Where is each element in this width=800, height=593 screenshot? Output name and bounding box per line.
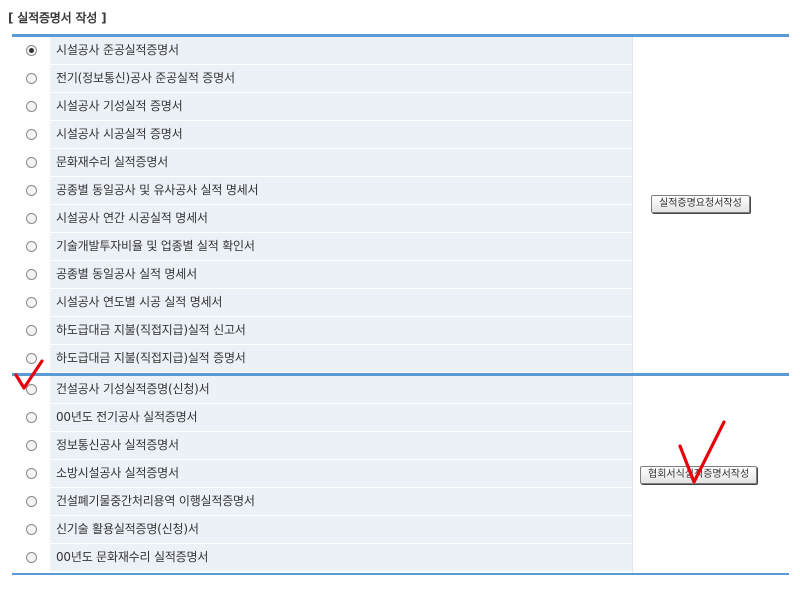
radio-cell <box>12 233 50 260</box>
list-item[interactable]: 문화재수리 실적증명서 <box>12 149 632 177</box>
radio-cell <box>12 261 50 288</box>
radio-button[interactable] <box>26 213 37 224</box>
option-label: 시설공사 준공실적증명서 <box>50 37 632 64</box>
radio-cell <box>12 488 50 515</box>
list-item[interactable]: 신기술 활용실적증명(신청)서 <box>12 516 632 544</box>
option-label: 시설공사 연간 시공실적 명세서 <box>50 205 632 232</box>
radio-cell <box>12 432 50 459</box>
radio-button[interactable] <box>26 241 37 252</box>
radio-button[interactable] <box>26 325 37 336</box>
option-label: 소방시설공사 실적증명서 <box>50 460 632 487</box>
radio-cell <box>12 289 50 316</box>
request-form-button[interactable]: 실적증명요청서작성 <box>651 195 750 213</box>
radio-cell <box>12 404 50 431</box>
option-label: 하도급대금 지불(직접지급)실적 신고서 <box>50 317 632 344</box>
radio-cell <box>12 177 50 204</box>
list-item[interactable]: 공종별 동일공사 실적 명세서 <box>12 261 632 289</box>
option-label: 신기술 활용실적증명(신청)서 <box>50 516 632 543</box>
radio-cell <box>12 317 50 344</box>
option-label: 시설공사 시공실적 증명서 <box>50 121 632 148</box>
radio-button[interactable] <box>26 73 37 84</box>
radio-button[interactable] <box>26 45 37 56</box>
list-item[interactable]: 시설공사 연간 시공실적 명세서 <box>12 205 632 233</box>
option-label: 시설공사 연도별 시공 실적 명세서 <box>50 289 632 316</box>
radio-cell <box>12 376 50 403</box>
radio-button[interactable] <box>26 384 37 395</box>
option-label: 건설폐기물중간처리용역 이행실적증명서 <box>50 488 632 515</box>
option-label: 문화재수리 실적증명서 <box>50 149 632 176</box>
option-label: 공종별 동일공사 및 유사공사 실적 명세서 <box>50 177 632 204</box>
radio-button[interactable] <box>26 496 37 507</box>
radio-cell <box>12 460 50 487</box>
section-association-certificates: 건설공사 기성실적증명(신청)서 00년도 전기공사 실적증명서 정보통신공사 실적… <box>12 373 790 575</box>
option-label: 정보통신공사 실적증명서 <box>50 432 632 459</box>
option-label: 하도급대금 지불(직접지급)실적 증명서 <box>50 345 632 372</box>
list-item[interactable]: 건설공사 기성실적증명(신청)서 <box>12 376 632 404</box>
button-area: 실적증명요청서작성 <box>632 37 790 376</box>
list-item[interactable]: 정보통신공사 실적증명서 <box>12 432 632 460</box>
list-item[interactable]: 시설공사 시공실적 증명서 <box>12 121 632 149</box>
list-item[interactable]: 00년도 전기공사 실적증명서 <box>12 404 632 432</box>
radio-cell <box>12 121 50 148</box>
option-list: 시설공사 준공실적증명서 전기(정보통신)공사 준공실적 증명서 시설공사 기성실적… <box>12 37 632 373</box>
radio-cell <box>12 205 50 232</box>
radio-button[interactable] <box>26 353 37 364</box>
radio-button[interactable] <box>26 297 37 308</box>
section-performance-certificates: 시설공사 준공실적증명서 전기(정보통신)공사 준공실적 증명서 시설공사 기성실적… <box>12 34 790 376</box>
radio-cell <box>12 149 50 176</box>
list-item[interactable]: 시설공사 연도별 시공 실적 명세서 <box>12 289 632 317</box>
option-label: 00년도 전기공사 실적증명서 <box>50 404 632 431</box>
list-item[interactable]: 시설공사 기성실적 증명서 <box>12 93 632 121</box>
page-title: [ 실적증명서 작성 ] <box>8 11 107 25</box>
radio-cell <box>12 93 50 120</box>
option-list: 건설공사 기성실적증명(신청)서 00년도 전기공사 실적증명서 정보통신공사 실적… <box>12 376 632 572</box>
radio-button[interactable] <box>26 101 37 112</box>
radio-cell <box>12 544 50 571</box>
button-area: 협회서식실적증명서작성 <box>632 376 790 573</box>
option-label: 건설공사 기성실적증명(신청)서 <box>50 376 632 403</box>
list-item[interactable]: 시설공사 준공실적증명서 <box>12 37 632 65</box>
radio-button[interactable] <box>26 269 37 280</box>
association-form-button[interactable]: 협회서식실적증명서작성 <box>640 466 758 484</box>
list-item[interactable]: 하도급대금 지불(직접지급)실적 증명서 <box>12 345 632 373</box>
radio-button[interactable] <box>26 157 37 168</box>
list-item[interactable]: 전기(정보통신)공사 준공실적 증명서 <box>12 65 632 93</box>
option-label: 00년도 문화재수리 실적증명서 <box>50 544 632 571</box>
option-label: 공종별 동일공사 실적 명세서 <box>50 261 632 288</box>
radio-cell <box>12 345 50 372</box>
radio-button[interactable] <box>26 524 37 535</box>
radio-button[interactable] <box>26 440 37 451</box>
list-item[interactable]: 하도급대금 지불(직접지급)실적 신고서 <box>12 317 632 345</box>
option-label: 기술개발투자비율 및 업종별 실적 확인서 <box>50 233 632 260</box>
radio-button[interactable] <box>26 552 37 563</box>
option-label: 시설공사 기성실적 증명서 <box>50 93 632 120</box>
list-item[interactable]: 기술개발투자비율 및 업종별 실적 확인서 <box>12 233 632 261</box>
radio-cell <box>12 37 50 64</box>
list-item[interactable]: 00년도 문화재수리 실적증명서 <box>12 544 632 572</box>
list-item[interactable]: 건설폐기물중간처리용역 이행실적증명서 <box>12 488 632 516</box>
radio-button[interactable] <box>26 412 37 423</box>
radio-cell <box>12 65 50 92</box>
radio-button[interactable] <box>26 468 37 479</box>
list-item[interactable]: 공종별 동일공사 및 유사공사 실적 명세서 <box>12 177 632 205</box>
list-item[interactable]: 소방시설공사 실적증명서 <box>12 460 632 488</box>
radio-button[interactable] <box>26 129 37 140</box>
option-label: 전기(정보통신)공사 준공실적 증명서 <box>50 65 632 92</box>
radio-cell <box>12 516 50 543</box>
radio-button[interactable] <box>26 185 37 196</box>
